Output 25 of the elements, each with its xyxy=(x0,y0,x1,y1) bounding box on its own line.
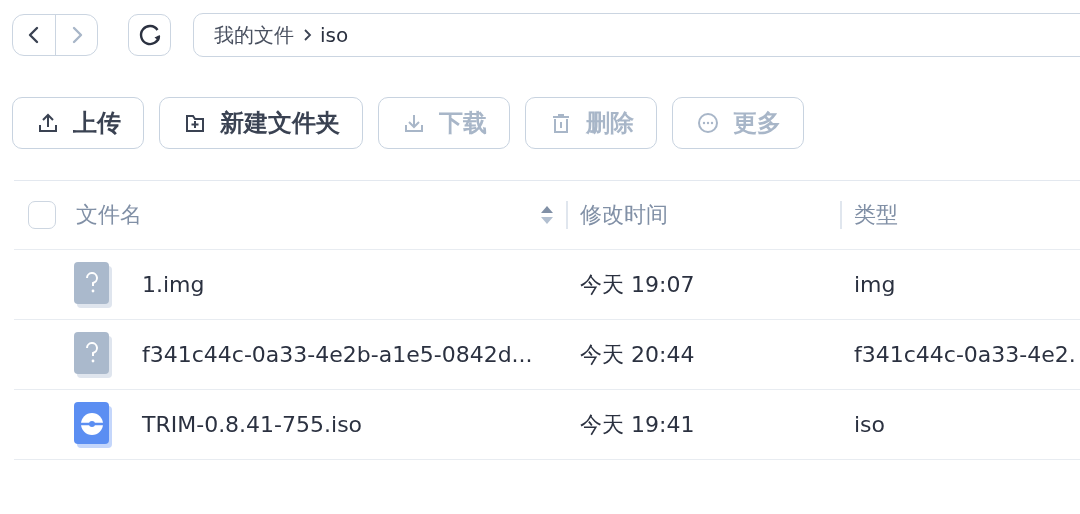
file-name[interactable]: 1.img xyxy=(142,272,205,297)
more-icon xyxy=(697,112,719,134)
trash-icon xyxy=(550,112,572,134)
download-icon xyxy=(403,112,425,134)
breadcrumb-item[interactable]: 我的文件 xyxy=(214,21,294,49)
modified-time: 今天 20:44 xyxy=(579,340,696,369)
file-type: img xyxy=(853,272,897,297)
file-type: f341c44c-0a33-4e2. xyxy=(853,342,1077,367)
toolbar-button[interactable]: 上传 xyxy=(12,97,144,149)
breadcrumb-item[interactable]: iso xyxy=(320,23,349,47)
modified-time: 今天 19:07 xyxy=(579,270,696,299)
refresh-button[interactable] xyxy=(128,14,171,56)
folder-plus-icon xyxy=(184,112,206,134)
upload-icon xyxy=(37,112,59,134)
chevron-right-icon xyxy=(302,28,312,42)
path-field[interactable]: 我的文件 iso xyxy=(193,13,1080,57)
select-all-checkbox[interactable] xyxy=(28,201,56,229)
modified-time: 今天 19:41 xyxy=(579,410,696,439)
unknown-file-icon xyxy=(74,331,112,378)
file-name[interactable]: TRIM-0.8.41-755.iso xyxy=(142,412,363,437)
disc-file-icon xyxy=(74,401,112,448)
toolbar-button[interactable]: 新建文件夹 xyxy=(159,97,363,149)
file-type: iso xyxy=(853,412,887,437)
unknown-file-icon xyxy=(74,261,112,308)
file-name[interactable]: f341c44c-0a33-4e2b-a1e5-0842d... xyxy=(142,342,533,367)
